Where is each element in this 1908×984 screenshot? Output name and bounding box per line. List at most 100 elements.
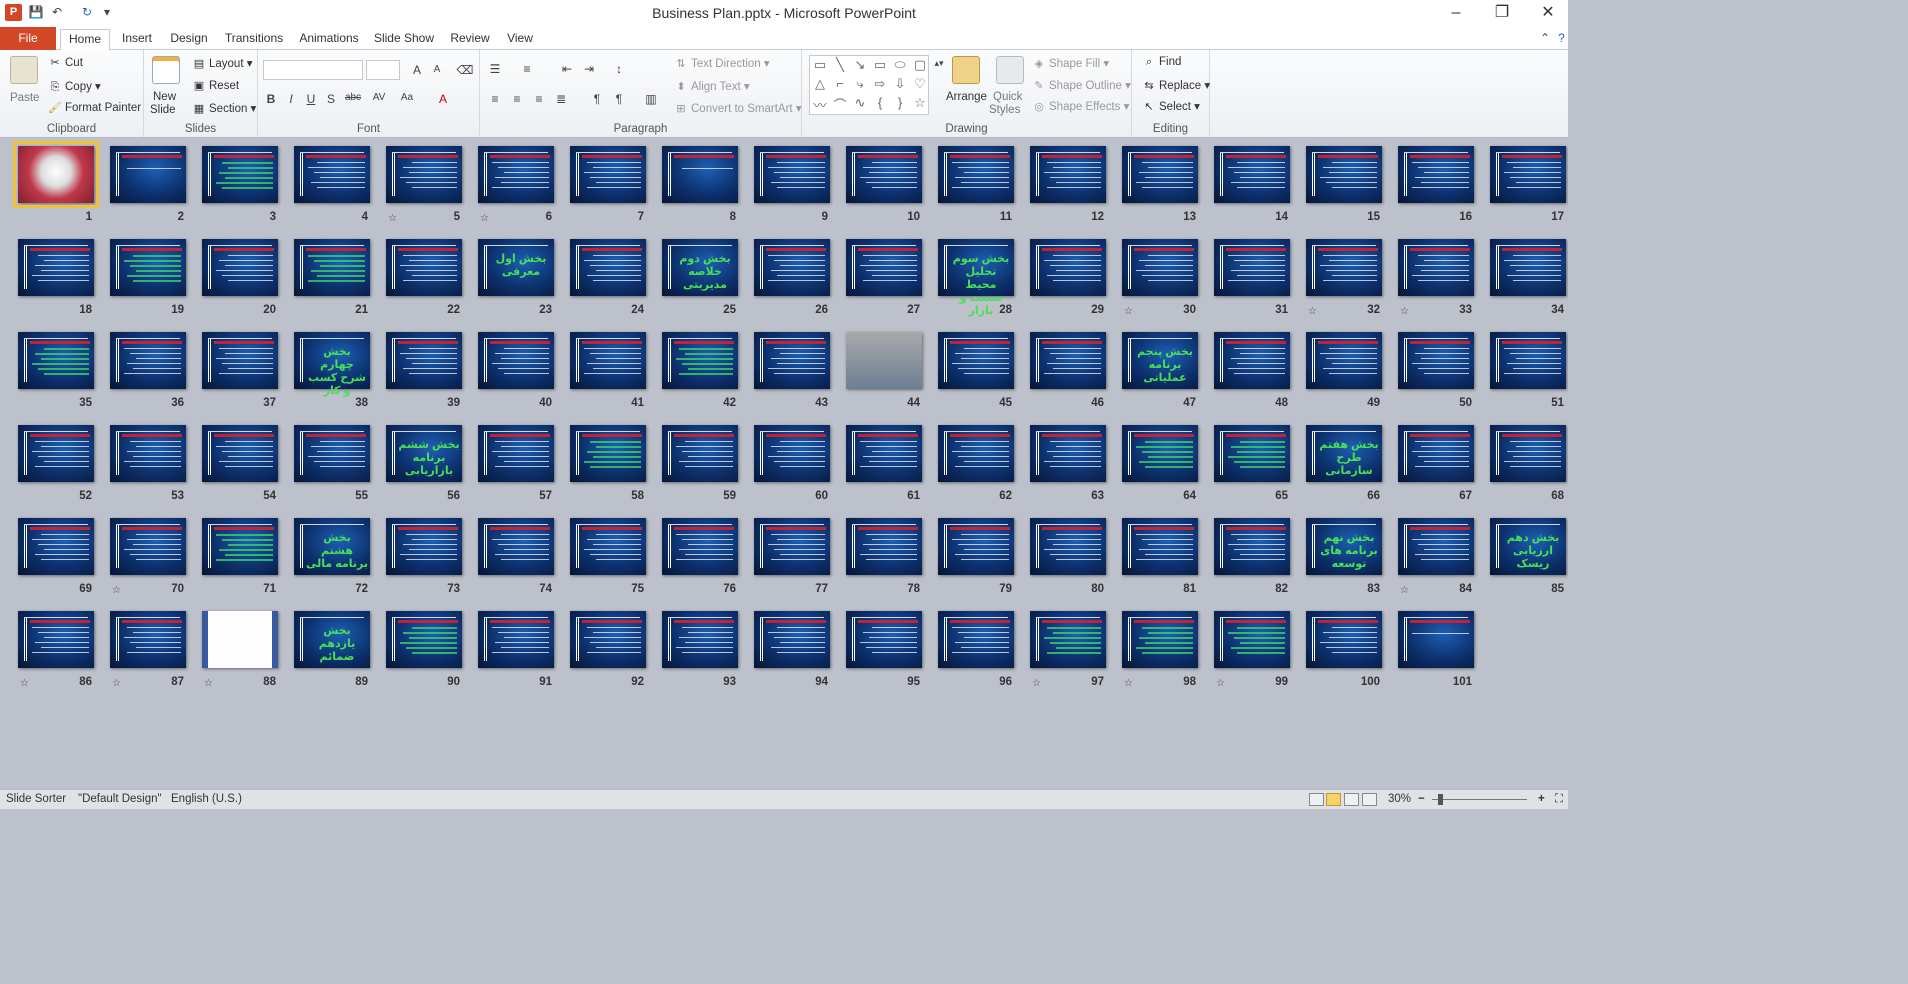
slide-thumbnail[interactable] [1398, 239, 1474, 296]
numbering-icon[interactable]: ≡ [518, 62, 536, 76]
slide-thumbnail[interactable] [1398, 518, 1474, 575]
left-to-right-icon[interactable]: ¶ [588, 92, 606, 106]
slide-thumbnail[interactable] [1214, 611, 1290, 668]
slide-thumbnail[interactable] [1030, 425, 1106, 482]
tab-review[interactable]: Review [448, 29, 492, 50]
slide-thumbnail[interactable] [1490, 146, 1566, 203]
slide-thumbnail[interactable] [1214, 239, 1290, 296]
slide-thumbnail[interactable] [294, 146, 370, 203]
slide-thumbnail[interactable] [110, 332, 186, 389]
transition-star-icon[interactable]: ☆ [388, 213, 397, 224]
brace-right-shape-icon[interactable]: } [890, 95, 910, 110]
slide-thumbnail[interactable] [662, 518, 738, 575]
decrease-indent-icon[interactable]: ⇤ [558, 62, 576, 76]
slide-thumbnail[interactable] [478, 146, 554, 203]
bold-icon[interactable]: B [262, 92, 280, 106]
slide-thumbnail[interactable] [202, 146, 278, 203]
slide-thumbnail[interactable] [662, 332, 738, 389]
slide-thumbnail[interactable] [754, 332, 830, 389]
slide-thumbnail[interactable] [1214, 518, 1290, 575]
slide-thumbnail[interactable] [662, 146, 738, 203]
minimize-icon[interactable]: – [1438, 0, 1474, 26]
find-button[interactable]: ⌕ Find [1142, 56, 1181, 69]
slide-thumbnail[interactable] [1306, 239, 1382, 296]
right-to-left-icon[interactable]: ¶ [610, 92, 628, 106]
align-right-icon[interactable]: ≡ [530, 92, 548, 106]
slide-thumbnail[interactable] [202, 425, 278, 482]
cut-button[interactable]: ✂ Cut [48, 56, 83, 69]
fit-to-window-icon[interactable]: ⛶ [1555, 793, 1563, 806]
slide-thumbnail[interactable] [754, 611, 830, 668]
tab-file[interactable]: File [0, 27, 56, 50]
slide-thumbnail[interactable] [1030, 332, 1106, 389]
slide-thumbnail[interactable] [1030, 518, 1106, 575]
transition-star-icon[interactable]: ☆ [1308, 306, 1317, 317]
underline-icon[interactable]: U [302, 92, 320, 106]
slide-thumbnail[interactable] [18, 239, 94, 296]
oval-shape-icon[interactable]: ⬭ [890, 57, 910, 73]
slide-thumbnail[interactable] [938, 425, 1014, 482]
slide-thumbnail[interactable] [754, 518, 830, 575]
justify-icon[interactable]: ≣ [552, 92, 570, 106]
select-button[interactable]: ↖ Select ▾ [1142, 99, 1200, 113]
minimize-ribbon-icon[interactable]: ⌃ [1538, 30, 1552, 46]
slide-thumbnail[interactable] [294, 425, 370, 482]
new-slide-button[interactable]: New [153, 91, 176, 103]
tab-slide-show[interactable]: Slide Show [372, 29, 436, 50]
copy-button[interactable]: ⎘ Copy ▾ [48, 79, 101, 94]
quick-styles-icon[interactable] [996, 56, 1024, 84]
slide-thumbnail[interactable] [846, 332, 922, 389]
slide-thumbnail[interactable]: بخش یازدهم ضمائم [294, 611, 370, 668]
slide-thumbnail[interactable] [18, 611, 94, 668]
slide-thumbnail[interactable] [938, 518, 1014, 575]
font-name-combo[interactable] [263, 60, 363, 80]
slide-thumbnail[interactable] [662, 611, 738, 668]
slide-thumbnail[interactable] [202, 611, 278, 668]
slide-thumbnail[interactable] [202, 518, 278, 575]
slide-thumbnail[interactable] [1490, 332, 1566, 389]
line-spacing-icon[interactable]: ↕ [610, 62, 628, 76]
tab-transitions[interactable]: Transitions [222, 29, 286, 50]
slide-thumbnail[interactable] [754, 239, 830, 296]
slide-thumbnail[interactable] [846, 239, 922, 296]
shape-effects-button[interactable]: ◎ Shape Effects ▾ [1032, 99, 1129, 113]
heart-shape-icon[interactable]: ♡ [910, 76, 930, 92]
slide-thumbnail[interactable] [110, 239, 186, 296]
bullets-icon[interactable]: ☰ [486, 62, 504, 76]
zoom-in-icon[interactable]: + [1538, 793, 1545, 805]
slide-thumbnail[interactable]: بخش ششم برنامه بازاریابی [386, 425, 462, 482]
slide-thumbnail[interactable] [570, 146, 646, 203]
shadow-icon[interactable]: S [322, 92, 340, 106]
help-icon[interactable]: ? [1555, 30, 1568, 46]
slide-thumbnail[interactable] [110, 146, 186, 203]
slide-thumbnail[interactable] [1122, 239, 1198, 296]
slide-thumbnail[interactable]: بخش چهارم شرح کسب و کار [294, 332, 370, 397]
text-direction-button[interactable]: ⇅ Text Direction ▾ [674, 56, 769, 70]
layout-button[interactable]: ▤ Layout ▾ [192, 56, 253, 70]
font-size-combo[interactable] [366, 60, 400, 80]
rectangle-shape-icon[interactable]: ▭ [870, 57, 890, 73]
textbox-shape-icon[interactable]: ▭ [810, 57, 830, 73]
down-arrow-shape-icon[interactable]: ⇩ [890, 76, 910, 92]
character-spacing-icon[interactable]: AV [370, 92, 388, 103]
slide-thumbnail[interactable] [846, 518, 922, 575]
slide-thumbnail[interactable] [754, 146, 830, 203]
slide-thumbnail[interactable] [386, 332, 462, 389]
change-case-icon[interactable]: Aa [398, 92, 416, 103]
shape-outline-button[interactable]: ✎ Shape Outline ▾ [1032, 78, 1130, 92]
grow-font-icon[interactable]: A [408, 63, 426, 77]
slide-show-view-icon[interactable] [1362, 793, 1377, 806]
transition-star-icon[interactable]: ☆ [1032, 678, 1041, 689]
transition-star-icon[interactable]: ☆ [1400, 306, 1409, 317]
slide-thumbnail[interactable] [570, 332, 646, 389]
arrange-icon[interactable] [952, 56, 980, 84]
connector-shape-icon[interactable]: ⌐ [830, 76, 850, 91]
shrink-font-icon[interactable]: A [428, 64, 446, 75]
slide-thumbnail[interactable] [478, 518, 554, 575]
tab-view[interactable]: View [502, 29, 538, 50]
columns-icon[interactable]: ▥ [642, 92, 660, 106]
slide-thumbnail[interactable] [18, 425, 94, 482]
slide-thumbnail[interactable] [938, 146, 1014, 203]
slide-thumbnail[interactable] [1030, 239, 1106, 296]
reading-view-icon[interactable] [1344, 793, 1359, 806]
